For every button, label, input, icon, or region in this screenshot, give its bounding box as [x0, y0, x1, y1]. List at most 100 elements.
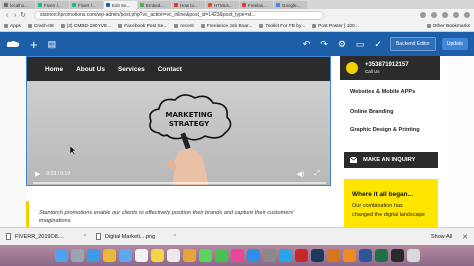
- mail-icon[interactable]: [118, 249, 132, 262]
- profile-icon[interactable]: [453, 12, 459, 18]
- reload-icon[interactable]: ↻: [20, 11, 26, 19]
- skype-icon[interactable]: [278, 249, 292, 262]
- save-icon[interactable]: ✓: [374, 39, 382, 50]
- bookmark-icon: [259, 24, 264, 28]
- star-icon[interactable]: [420, 12, 426, 18]
- make-inquiry-button[interactable]: MAKE AN INQUIRY: [344, 152, 438, 168]
- phone-number: +353871912157: [365, 62, 409, 68]
- chrome-icon[interactable]: [102, 249, 116, 262]
- bookmark-item[interactable]: recent: [174, 24, 194, 29]
- bookmark-item[interactable]: Facebook Post Se...: [118, 24, 167, 29]
- browser-tab[interactable]: Edit Se...: [104, 1, 137, 9]
- chevron-up-icon[interactable]: ^: [84, 234, 86, 240]
- browser-tab[interactable]: Embed...: [138, 1, 171, 9]
- calendar-icon[interactable]: [134, 249, 148, 262]
- favicon-icon: [72, 3, 76, 7]
- backend-editor-button[interactable]: Backend Editor: [389, 37, 436, 51]
- service-link-graphic-design[interactable]: Graphic Design & Printing: [350, 127, 420, 133]
- make-inquiry-label: MAKE AN INQUIRY: [363, 157, 416, 163]
- nav-about-us[interactable]: About Us: [76, 66, 105, 73]
- redo-icon[interactable]: ↷: [320, 39, 328, 50]
- appstore-icon[interactable]: [246, 249, 260, 262]
- excel-icon[interactable]: [374, 249, 388, 262]
- browser-tab[interactable]: Fiverr /...: [36, 1, 69, 9]
- browser-tab[interactable]: Google...: [274, 1, 307, 9]
- envelope-icon: [350, 157, 357, 163]
- photos-icon[interactable]: [182, 249, 196, 262]
- browser-tab[interactable]: HTML5...: [206, 1, 239, 9]
- terminal-icon[interactable]: [390, 249, 404, 262]
- url-input[interactable]: stantorchpromotions.com/wp-admin/post.ph…: [34, 10, 324, 20]
- trash-icon[interactable]: [406, 249, 420, 262]
- chevron-up-icon[interactable]: ^: [174, 234, 176, 240]
- settings-icon[interactable]: ⚙: [338, 39, 346, 50]
- safari-icon[interactable]: [86, 249, 100, 262]
- intro-quote: Stantorch promotions enable our clients …: [26, 201, 326, 227]
- extension-icon[interactable]: [431, 12, 437, 18]
- favicon-icon: [38, 3, 42, 7]
- update-button[interactable]: Update: [441, 38, 468, 50]
- menu-icon[interactable]: [464, 12, 470, 18]
- service-link-branding[interactable]: Online Branding: [350, 109, 394, 115]
- download-item[interactable]: Digital Marketi....png ^: [96, 233, 176, 240]
- add-element-icon[interactable]: +: [30, 38, 38, 51]
- right-gutter: [447, 56, 474, 227]
- launchpad-icon[interactable]: [70, 249, 84, 262]
- browser-tab[interactable]: Fiverr /...: [70, 1, 103, 9]
- bookmark-icon: [27, 24, 32, 28]
- word-icon[interactable]: [358, 249, 372, 262]
- video-progress-bar[interactable]: [33, 182, 326, 184]
- bookmark-item[interactable]: Freelance Job Boar...: [200, 24, 252, 29]
- bookmark-item[interactable]: Apps: [4, 24, 21, 29]
- bookmark-label: Crash-08: [33, 23, 54, 29]
- bookmark-item[interactable]: (3) CMBD-190YVE...: [60, 24, 111, 29]
- preferences-icon[interactable]: [262, 249, 276, 262]
- service-link-websites[interactable]: Websites & Mobile APPs: [350, 89, 415, 95]
- tab-label: Embed...: [146, 2, 165, 8]
- layout-icon[interactable]: ▤: [48, 39, 57, 50]
- extension-icon[interactable]: [442, 12, 448, 18]
- vlc-icon[interactable]: [342, 249, 356, 262]
- notes-icon[interactable]: [150, 249, 164, 262]
- favicon-icon: [208, 3, 212, 7]
- finder-icon[interactable]: [54, 249, 68, 262]
- phone-icon: [346, 62, 358, 74]
- responsive-icon[interactable]: ▭: [356, 39, 365, 50]
- undo-icon[interactable]: ↶: [303, 39, 311, 50]
- browser-tab[interactable]: How to...: [172, 1, 205, 9]
- contact-block[interactable]: +353871912157 Call Us: [340, 56, 440, 80]
- builder-logo-icon[interactable]: [6, 40, 20, 48]
- messages-icon[interactable]: [198, 249, 212, 262]
- download-item[interactable]: FIVERR_2019O8.... ^: [6, 233, 86, 240]
- play-icon[interactable]: ▶: [35, 170, 40, 178]
- photoshop-icon[interactable]: [310, 249, 324, 262]
- fullscreen-icon[interactable]: ⤢: [314, 170, 320, 178]
- volume-icon[interactable]: ◀): [297, 170, 305, 178]
- cloud-text: MARKETING STRATEGY: [165, 111, 213, 128]
- favicon-icon: [242, 3, 246, 7]
- bookmark-item[interactable]: Post Poster | 100...: [312, 24, 359, 29]
- nav-contact[interactable]: Contact: [158, 66, 182, 73]
- filezilla-icon[interactable]: [294, 249, 308, 262]
- downloads-bar: FIVERR_2019O8.... ^ Digital Marketi....p…: [0, 227, 474, 245]
- close-icon[interactable]: ✕: [462, 233, 468, 241]
- nav-home[interactable]: Home: [45, 66, 63, 73]
- back-arrow-icon[interactable]: ‹: [4, 12, 10, 19]
- other-bookmarks[interactable]: Other Bookmarks: [426, 24, 470, 29]
- bookmark-item[interactable]: Crash-08: [27, 23, 54, 29]
- promo-title: Where it all began...: [352, 191, 414, 198]
- facetime-icon[interactable]: [214, 249, 228, 262]
- forward-arrow-icon[interactable]: ›: [12, 12, 18, 19]
- bookmark-item[interactable]: Toolkit For FB by...: [259, 24, 305, 29]
- nav-services[interactable]: Services: [118, 66, 145, 73]
- bookmark-icon: [60, 24, 65, 28]
- itunes-icon[interactable]: [230, 249, 244, 262]
- reminders-icon[interactable]: [166, 249, 180, 262]
- browser-tab[interactable]: Freelan...: [240, 1, 273, 9]
- browser-tab[interactable]: localho...: [2, 1, 35, 9]
- tab-label: Edit Se...: [112, 2, 131, 8]
- illustrator-icon[interactable]: [326, 249, 340, 262]
- show-all-button[interactable]: Show All: [431, 234, 452, 240]
- hero-video-section[interactable]: Home About Us Services Contact MARKETING…: [26, 56, 331, 186]
- dock: [0, 245, 474, 266]
